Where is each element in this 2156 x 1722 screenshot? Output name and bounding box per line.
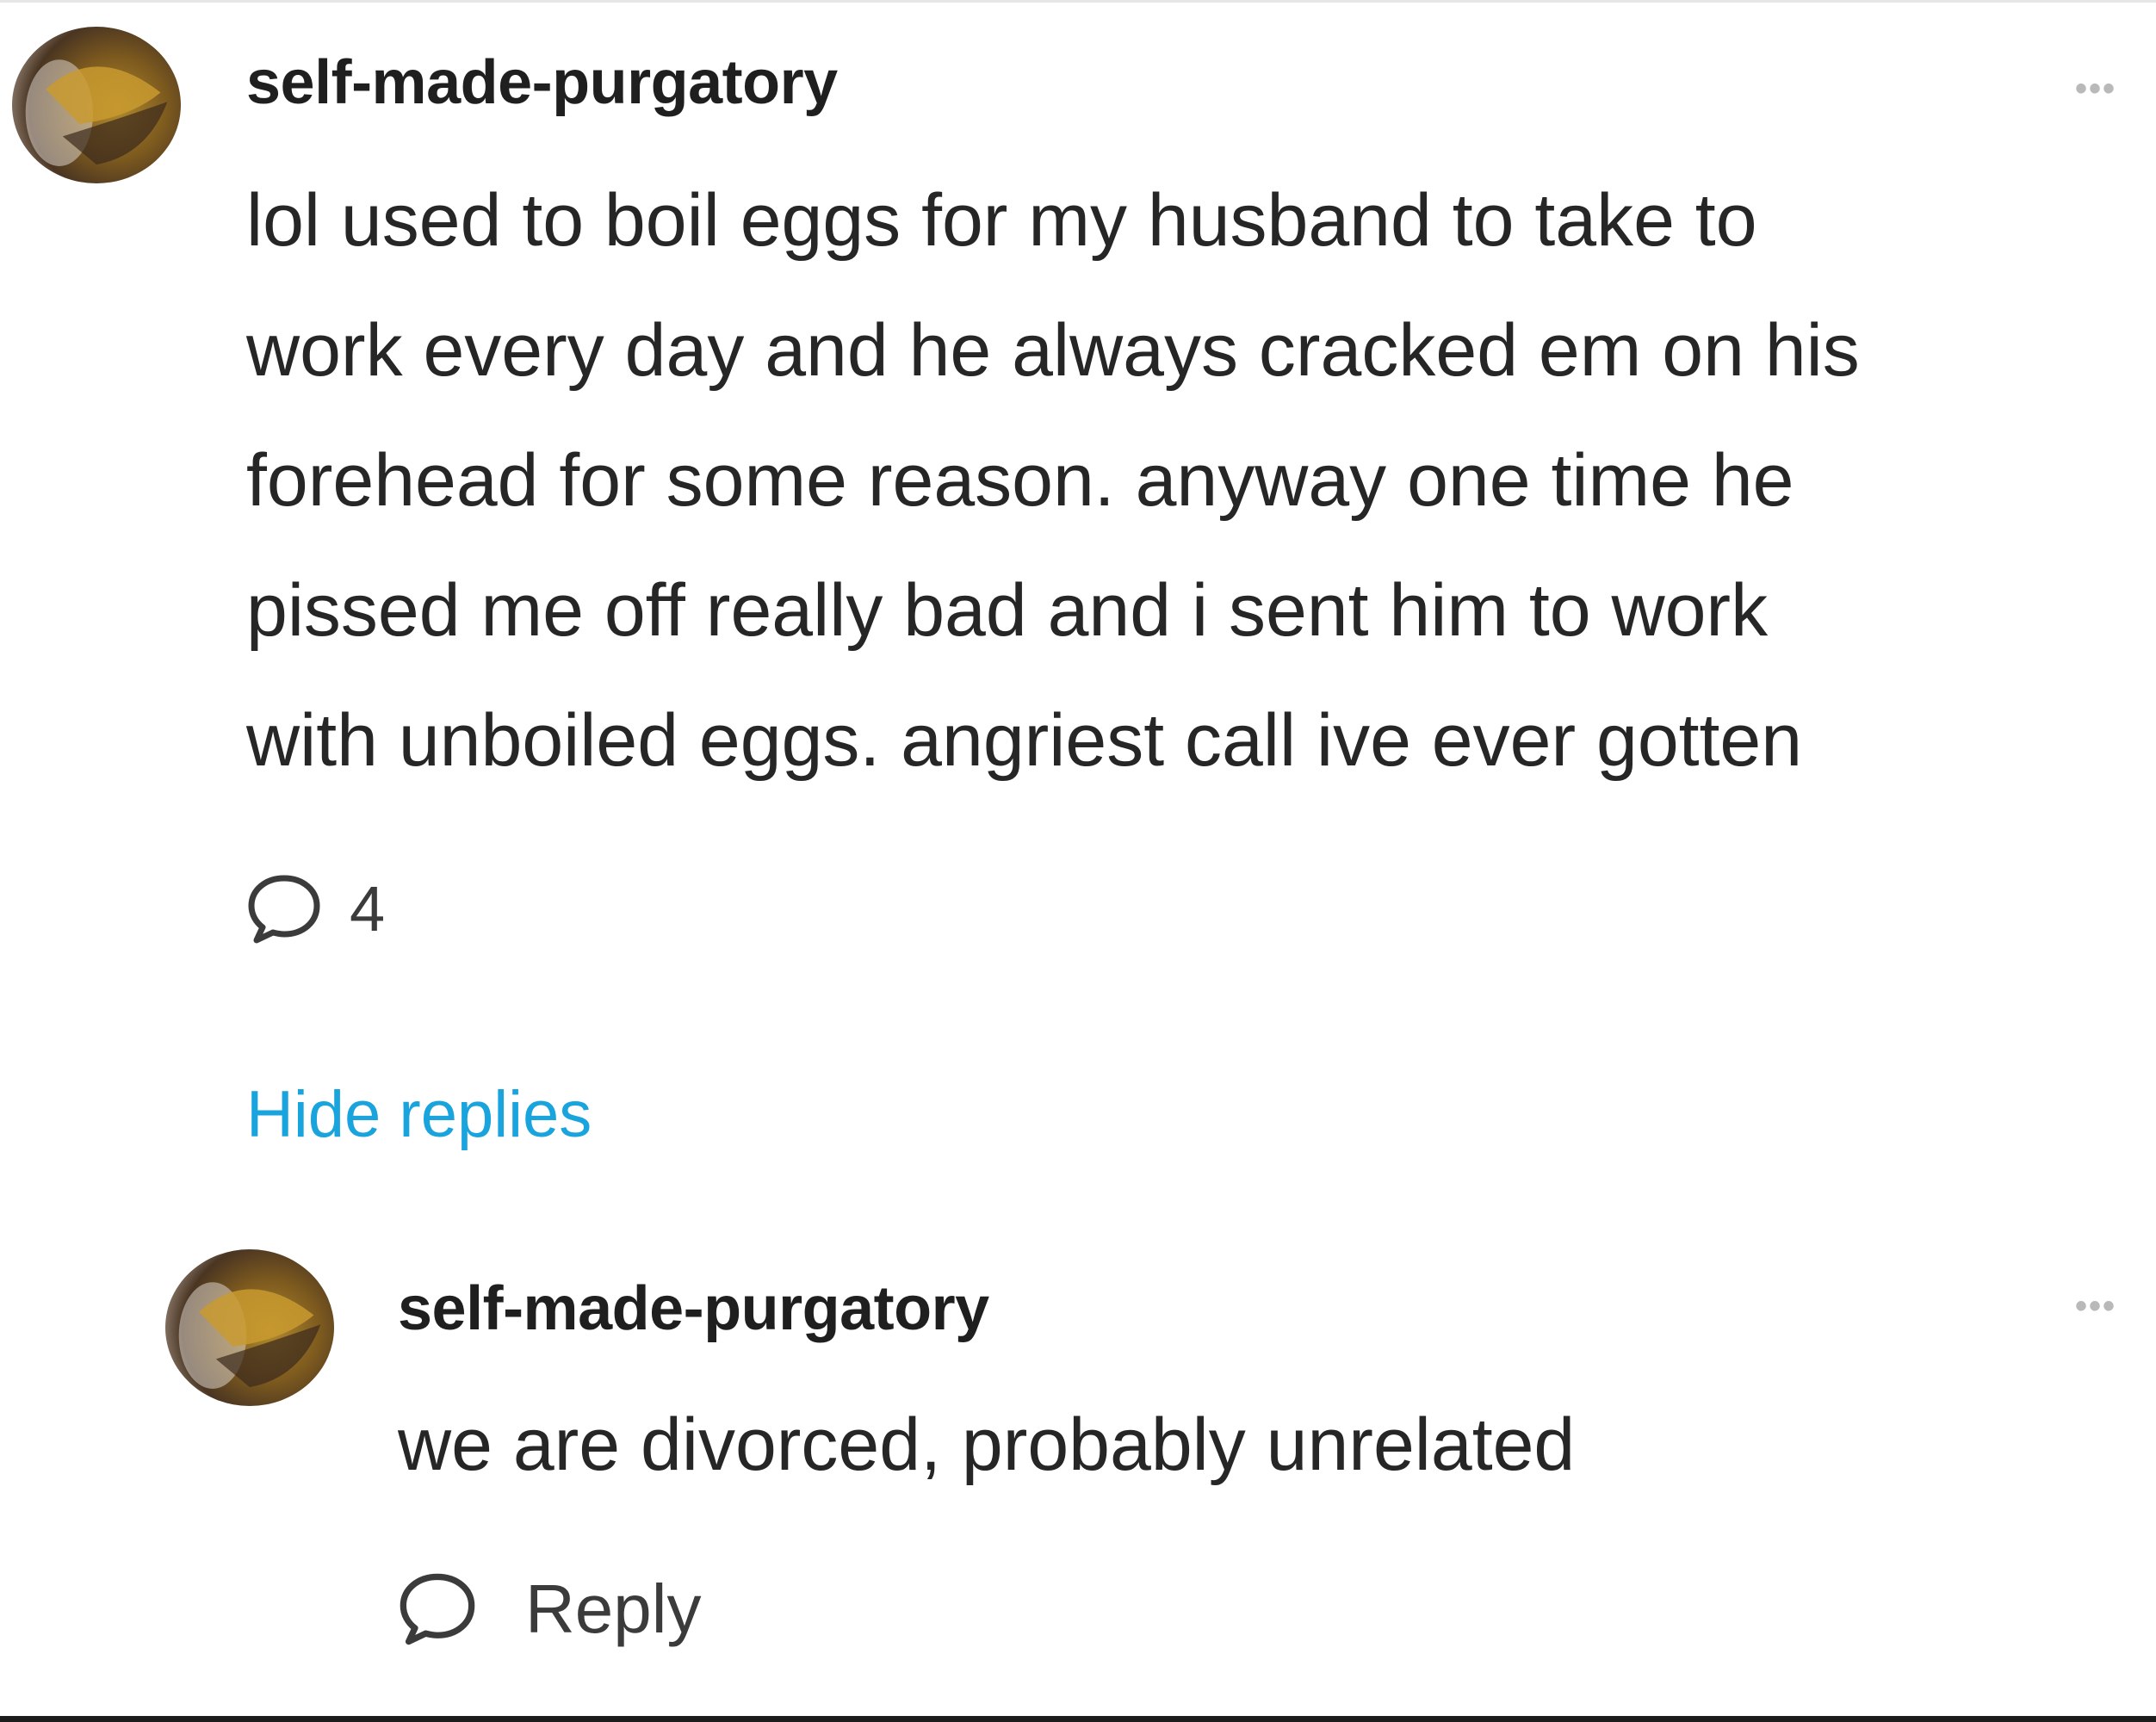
comment-text-line: with unboiled eggs. angriest call ive ev… — [246, 699, 1803, 782]
reply-label: Reply — [525, 1570, 702, 1647]
comment-thread: self-made-purgatory ••• lol used to boil… — [0, 0, 2156, 1722]
more-options-icon[interactable]: ••• — [2075, 70, 2116, 108]
speech-bubble-icon — [400, 1573, 475, 1645]
avatar-image-icon — [25, 59, 168, 166]
speech-bubble-icon — [248, 875, 320, 943]
reply-avatar[interactable] — [165, 1249, 334, 1406]
comment-text-line: work every day and he always cracked em … — [246, 309, 1860, 392]
comment-username[interactable]: self-made-purgatory — [246, 47, 838, 118]
reply-count: 4 — [350, 873, 386, 945]
reply-count-button[interactable]: 4 — [245, 872, 385, 945]
hide-replies-link[interactable]: Hide replies — [246, 1077, 592, 1152]
reply-more-options-icon[interactable]: ••• — [2075, 1287, 2116, 1326]
avatar[interactable] — [12, 27, 181, 183]
reply-username[interactable]: self-made-purgatory — [398, 1273, 989, 1344]
avatar-image-icon — [178, 1282, 321, 1389]
comment-text-line: forehead for some reason. anyway one tim… — [246, 439, 1794, 522]
reply-button[interactable]: Reply — [396, 1570, 702, 1649]
comment-text-line: pissed me off really bad and i sent him … — [246, 569, 1769, 652]
comment-text: lol used to boil eggs for my husband to … — [246, 156, 1860, 806]
comment-text-line: lol used to boil eggs for my husband to … — [246, 179, 1757, 262]
reply-text: we are divorced, probably unrelated — [398, 1403, 1576, 1486]
